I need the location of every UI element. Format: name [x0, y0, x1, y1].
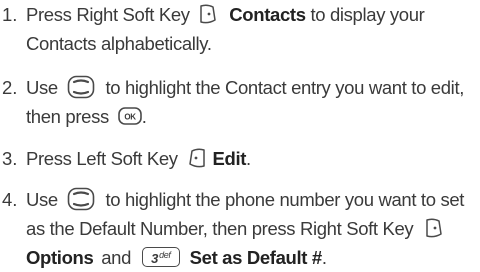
step-text-segment: Use [26, 77, 58, 98]
left-soft-key-icon [187, 147, 207, 169]
step-line: Options and 3def Set as Default #. [26, 243, 476, 272]
step-text-segment: . [321, 247, 327, 268]
ok-key-label: OK [124, 113, 136, 122]
step-text-segment: Press Right Soft Key [26, 4, 190, 25]
step-line: Contacts alphabetically. [26, 33, 212, 54]
step-text-segment: to highlight the Contact entry you want … [105, 77, 465, 98]
step-line: then press OK . [26, 102, 476, 131]
menu-option-set-as-default: Set as Default # [189, 247, 323, 268]
navigation-key-icon [67, 75, 95, 99]
step-line: Use to highlight the Contact entry you w… [26, 73, 476, 102]
step-number: 2. [2, 77, 18, 98]
key-name-contacts: Contacts [229, 4, 306, 25]
key-name-options: Options [26, 247, 94, 268]
step-text-segment: as the Default Number, then press Right … [26, 218, 414, 239]
key-digit: 3 [151, 251, 159, 267]
step-line: Press Right Soft Key Contacts to display… [26, 0, 476, 29]
step-text-segment: . [246, 148, 251, 169]
step-text-segment: to display your [310, 4, 425, 25]
step-text: Use to highlight the Contact entry you w… [26, 73, 476, 131]
step-line: Press Left Soft Key Edit. [26, 144, 476, 173]
key-letters: def [159, 250, 171, 261]
step-text-segment: Press Left Soft Key [26, 148, 178, 169]
step-text: Press Right Soft Key Contacts to display… [26, 0, 476, 58]
step-line: as the Default Number, then press Right … [26, 214, 476, 243]
step-text-segment: and [101, 247, 132, 268]
step-text-segment: Use [26, 189, 58, 210]
step-text: Use to highlight the phone number you wa… [26, 185, 476, 272]
step-number: 3. [2, 148, 18, 169]
number-3-key-icon: 3def [141, 247, 180, 268]
step-text: Press Left Soft Key Edit. [26, 144, 476, 173]
step-text-segment: . [141, 106, 147, 127]
step-text-segment: then press [26, 106, 109, 127]
navigation-key-icon [67, 187, 95, 211]
step-number: 4. [2, 189, 18, 210]
ok-key-icon: OK [117, 107, 142, 125]
right-soft-key-icon [198, 3, 218, 25]
key-name-edit: Edit [212, 148, 247, 169]
step-text-segment: to highlight the phone number you want t… [105, 189, 465, 210]
step-line: Use to highlight the phone number you wa… [26, 185, 476, 214]
step-number: 1. [2, 4, 18, 25]
right-soft-key-icon [424, 217, 444, 239]
